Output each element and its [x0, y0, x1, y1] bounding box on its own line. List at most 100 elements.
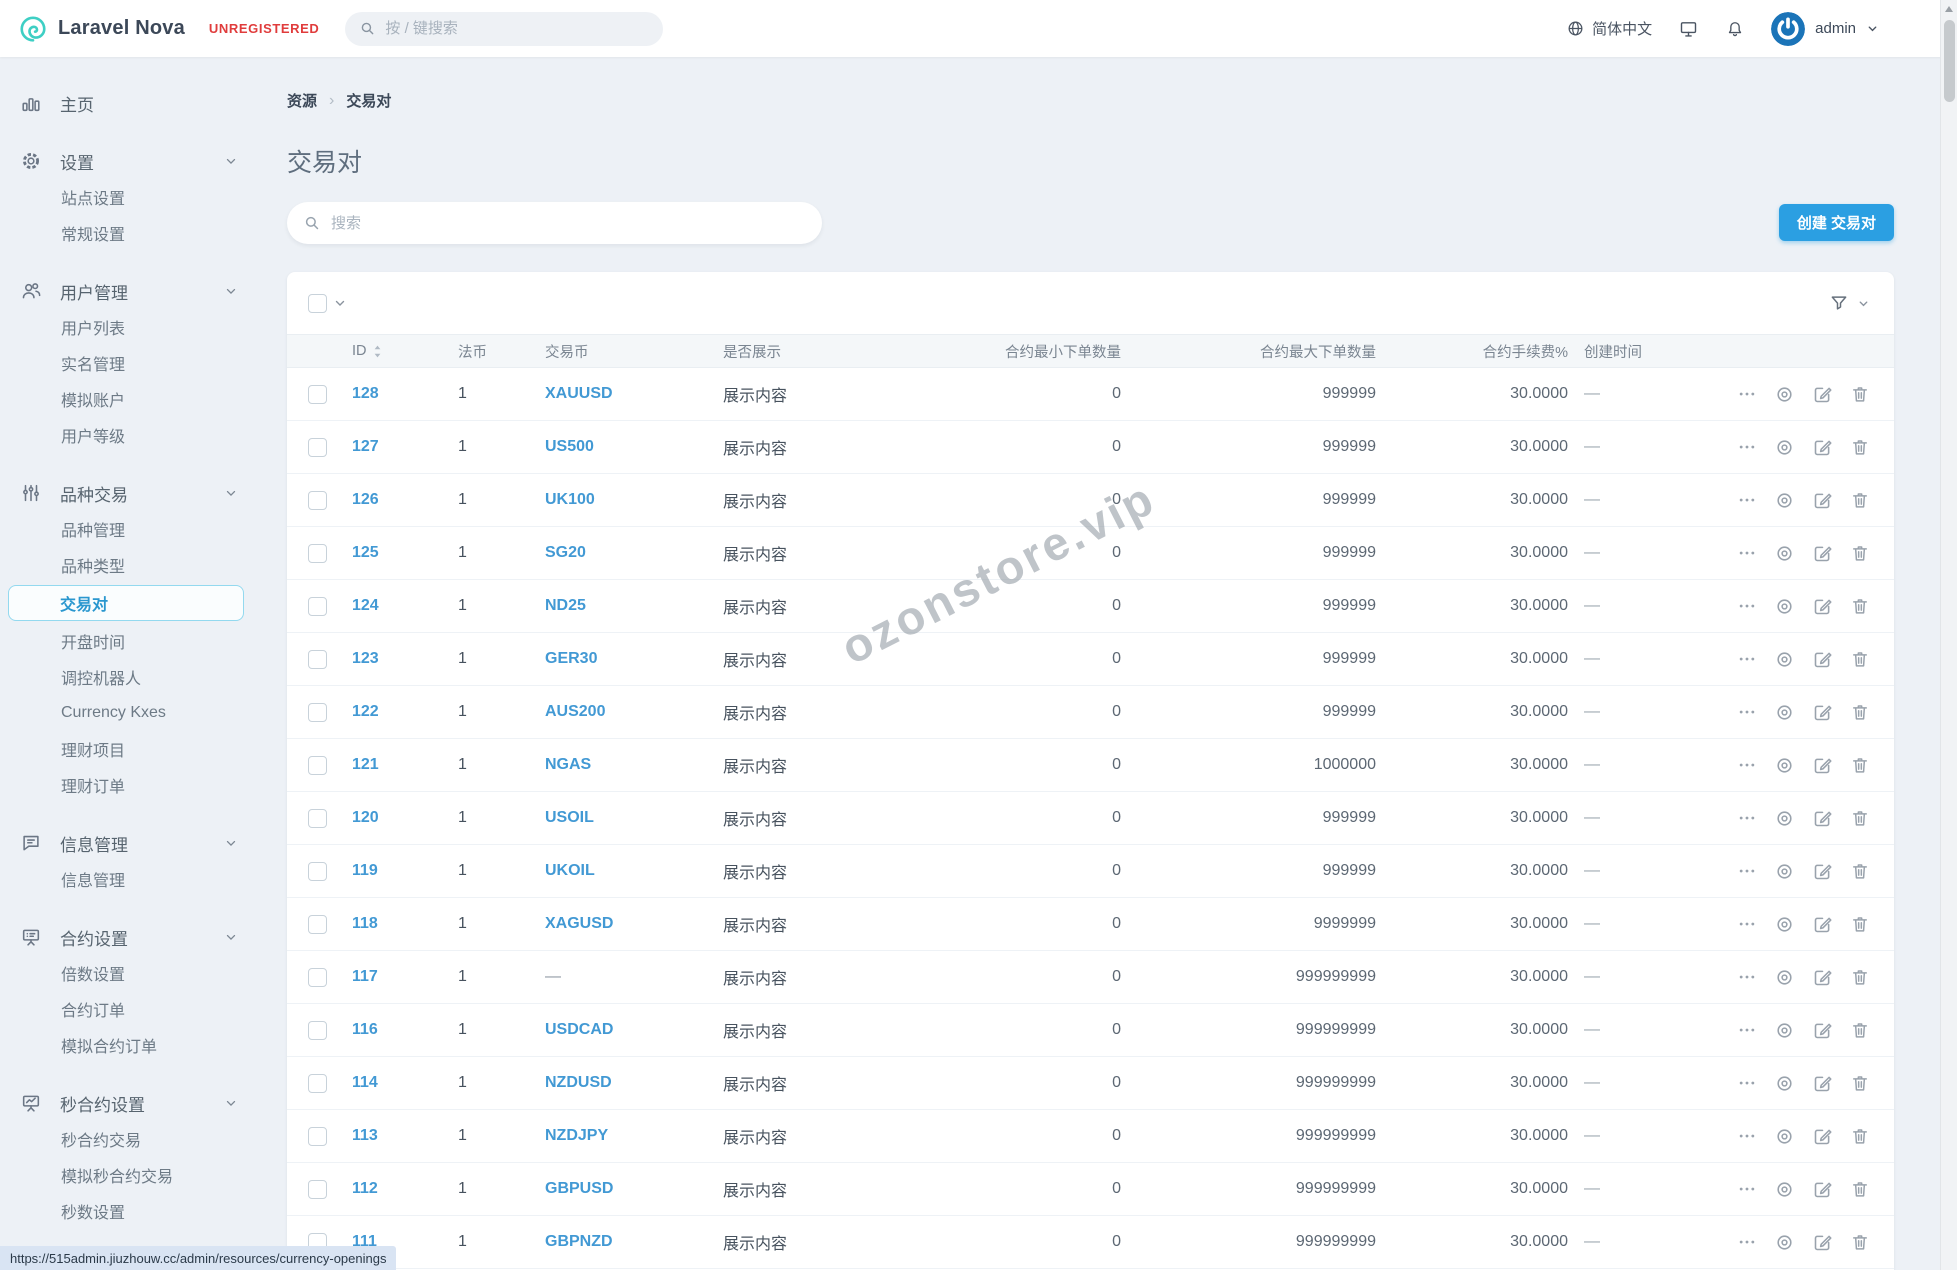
view-icon[interactable] [1774, 490, 1795, 511]
more-actions-icon[interactable] [1737, 596, 1757, 616]
row-id-link[interactable]: 112 [352, 1180, 378, 1198]
delete-icon[interactable] [1850, 914, 1870, 934]
more-actions-icon[interactable] [1737, 914, 1757, 934]
row-id-link[interactable]: 128 [352, 385, 379, 403]
row-coin-link[interactable]: XAGUSD [545, 915, 613, 933]
row-coin-link[interactable]: USOIL [545, 809, 594, 827]
edit-icon[interactable] [1812, 967, 1833, 988]
view-icon[interactable] [1774, 1179, 1795, 1200]
row-id-link[interactable]: 120 [352, 809, 379, 827]
sidebar-item-品种交易[interactable]: 品种交易 [0, 475, 252, 511]
row-id-link[interactable]: 124 [352, 597, 379, 615]
delete-icon[interactable] [1850, 861, 1870, 881]
more-actions-icon[interactable] [1737, 1073, 1757, 1093]
delete-icon[interactable] [1850, 1126, 1870, 1146]
row-checkbox[interactable] [308, 914, 327, 934]
delete-icon[interactable] [1850, 437, 1870, 457]
view-icon[interactable] [1774, 1126, 1795, 1147]
sidebar-item-设置[interactable]: 设置 [0, 143, 252, 179]
view-icon[interactable] [1774, 1073, 1795, 1094]
edit-icon[interactable] [1812, 1232, 1833, 1253]
filter-icon[interactable] [1829, 293, 1849, 313]
delete-icon[interactable] [1850, 543, 1870, 563]
edit-icon[interactable] [1812, 1020, 1833, 1041]
sidebar-subitem-开盘时间[interactable]: 开盘时间 [0, 623, 252, 659]
global-search-input[interactable] [385, 20, 626, 37]
edit-icon[interactable] [1812, 1073, 1833, 1094]
edit-icon[interactable] [1812, 384, 1833, 405]
row-id-link[interactable]: 126 [352, 491, 379, 509]
delete-icon[interactable] [1850, 384, 1870, 404]
more-actions-icon[interactable] [1737, 967, 1757, 987]
row-id-link[interactable]: 125 [352, 544, 379, 562]
more-actions-icon[interactable] [1737, 755, 1757, 775]
more-actions-icon[interactable] [1737, 384, 1757, 404]
more-actions-icon[interactable] [1737, 861, 1757, 881]
more-actions-icon[interactable] [1737, 1179, 1757, 1199]
edit-icon[interactable] [1812, 702, 1833, 723]
edit-icon[interactable] [1812, 649, 1833, 670]
row-coin-link[interactable]: XAUUSD [545, 385, 613, 403]
edit-icon[interactable] [1812, 543, 1833, 564]
sidebar-item-主页[interactable]: 主页 [0, 85, 252, 121]
view-icon[interactable] [1774, 1232, 1795, 1253]
edit-icon[interactable] [1812, 1179, 1833, 1200]
sidebar-subitem-交易对[interactable]: 交易对 [8, 585, 244, 621]
delete-icon[interactable] [1850, 1073, 1870, 1093]
row-checkbox[interactable] [308, 755, 327, 775]
row-id-link[interactable]: 113 [352, 1127, 378, 1145]
row-checkbox[interactable] [308, 702, 327, 722]
row-coin-link[interactable]: NGAS [545, 756, 591, 774]
sidebar-subitem-倍数设置[interactable]: 倍数设置 [0, 955, 252, 991]
sidebar-item-信息管理[interactable]: 信息管理 [0, 825, 252, 861]
sidebar-subitem-品种管理[interactable]: 品种管理 [0, 511, 252, 547]
sidebar-subitem-合约订单[interactable]: 合约订单 [0, 991, 252, 1027]
view-icon[interactable] [1774, 649, 1795, 670]
row-coin-link[interactable]: SG20 [545, 544, 586, 562]
row-id-link[interactable]: 123 [352, 650, 379, 668]
row-coin-link[interactable]: UK100 [545, 491, 595, 509]
filter-chevron-icon[interactable] [1857, 297, 1870, 310]
delete-icon[interactable] [1850, 808, 1870, 828]
sidebar-subitem-品种类型[interactable]: 品种类型 [0, 547, 252, 583]
row-checkbox[interactable] [308, 437, 327, 457]
resource-search-input[interactable] [331, 214, 771, 232]
sidebar-subitem-用户列表[interactable]: 用户列表 [0, 309, 252, 345]
sidebar-item-用户管理[interactable]: 用户管理 [0, 273, 252, 309]
sidebar-item-秒合约设置[interactable]: 秒合约设置 [0, 1085, 252, 1121]
page-scrollbar[interactable] [1940, 0, 1957, 1270]
row-id-link[interactable]: 116 [352, 1021, 378, 1039]
delete-icon[interactable] [1850, 702, 1870, 722]
user-menu[interactable]: admin [1771, 11, 1879, 46]
row-checkbox[interactable] [308, 861, 327, 881]
row-checkbox[interactable] [308, 1073, 327, 1093]
more-actions-icon[interactable] [1737, 649, 1757, 669]
row-coin-link[interactable]: USDCAD [545, 1021, 613, 1039]
view-icon[interactable] [1774, 861, 1795, 882]
resource-search[interactable] [287, 202, 822, 244]
row-id-link[interactable]: 118 [352, 915, 378, 933]
view-icon[interactable] [1774, 437, 1795, 458]
more-actions-icon[interactable] [1737, 1232, 1757, 1252]
sidebar-subitem-模拟秒合约交易[interactable]: 模拟秒合约交易 [0, 1157, 252, 1193]
sidebar-subitem-常规设置[interactable]: 常规设置 [0, 215, 252, 251]
more-actions-icon[interactable] [1737, 702, 1757, 722]
row-checkbox[interactable] [308, 1179, 327, 1199]
view-icon[interactable] [1774, 702, 1795, 723]
sort-icon[interactable] [373, 344, 382, 359]
sidebar-subitem-实名管理[interactable]: 实名管理 [0, 345, 252, 381]
view-icon[interactable] [1774, 914, 1795, 935]
row-id-link[interactable]: 121 [352, 756, 379, 774]
create-resource-button[interactable]: 创建 交易对 [1778, 204, 1894, 241]
row-id-link[interactable]: 114 [352, 1074, 378, 1092]
edit-icon[interactable] [1812, 1126, 1833, 1147]
sidebar-subitem-Currency Kxes[interactable]: Currency Kxes [0, 695, 252, 731]
sidebar-subitem-理财订单[interactable]: 理财订单 [0, 767, 252, 803]
row-checkbox[interactable] [308, 649, 327, 669]
column-id[interactable]: ID [352, 343, 458, 359]
row-coin-link[interactable]: GBPNZD [545, 1233, 613, 1251]
delete-icon[interactable] [1850, 1232, 1870, 1252]
row-coin-link[interactable]: — [545, 968, 561, 986]
view-icon[interactable] [1774, 808, 1795, 829]
edit-icon[interactable] [1812, 861, 1833, 882]
